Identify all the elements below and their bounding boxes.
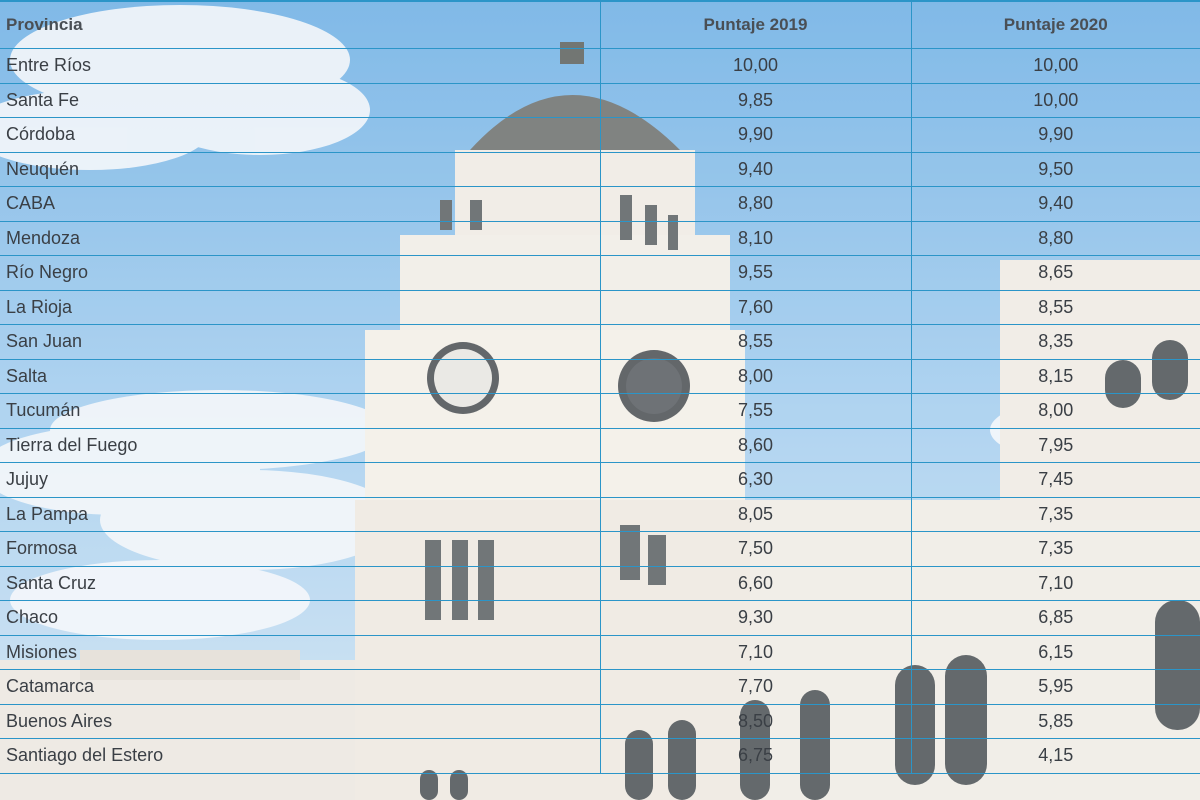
cell-puntaje-2020: 8,15: [910, 358, 1200, 394]
cell-provincia: Misiones: [0, 634, 600, 670]
cell-puntaje-2020: 8,00: [910, 393, 1200, 429]
cell-puntaje-2019: 9,85: [599, 82, 911, 118]
cell-puntaje-2019: 9,40: [599, 151, 911, 187]
cell-puntaje-2019: 9,55: [599, 255, 911, 291]
cell-puntaje-2019: 7,60: [599, 289, 911, 325]
table-row: Tucumán 7,55 8,00: [0, 393, 1200, 429]
table-row: Santa Cruz 6,60 7,10: [0, 565, 1200, 601]
cell-puntaje-2019: 6,60: [599, 565, 911, 601]
cell-provincia: Formosa: [0, 531, 600, 567]
table-row: Formosa 7,50 7,35: [0, 531, 1200, 567]
column-header-puntaje-2020: Puntaje 2020: [910, 0, 1200, 49]
cell-puntaje-2019: 10,00: [599, 48, 911, 84]
cell-puntaje-2019: 7,55: [599, 393, 911, 429]
cell-puntaje-2020: 9,50: [910, 151, 1200, 187]
cell-provincia: Tierra del Fuego: [0, 427, 600, 463]
table-row: Chaco 9,30 6,85: [0, 600, 1200, 636]
cell-puntaje-2019: 8,10: [599, 220, 911, 256]
table-row: Tierra del Fuego 8,60 7,95: [0, 427, 1200, 463]
column-header-puntaje-2019: Puntaje 2019: [599, 0, 911, 49]
cell-provincia: Tucumán: [0, 393, 600, 429]
table-row: La Pampa 8,05 7,35: [0, 496, 1200, 532]
cell-puntaje-2020: 5,85: [910, 703, 1200, 739]
column-header-provincia: Provincia: [0, 0, 600, 49]
cell-provincia: Jujuy: [0, 462, 600, 498]
cell-puntaje-2019: 8,60: [599, 427, 911, 463]
cell-puntaje-2020: 7,10: [910, 565, 1200, 601]
table-row: Mendoza 8,10 8,80: [0, 220, 1200, 256]
cell-puntaje-2020: 7,35: [910, 531, 1200, 567]
cell-puntaje-2020: 7,95: [910, 427, 1200, 463]
cell-puntaje-2020: 8,55: [910, 289, 1200, 325]
cell-provincia: San Juan: [0, 324, 600, 360]
table-row: Santiago del Estero 6,75 4,15: [0, 738, 1200, 774]
cell-puntaje-2019: 8,05: [599, 496, 911, 532]
cell-provincia: Córdoba: [0, 117, 600, 153]
cell-provincia: La Pampa: [0, 496, 600, 532]
cell-provincia: Santa Fe: [0, 82, 600, 118]
cell-puntaje-2019: 8,00: [599, 358, 911, 394]
cell-puntaje-2019: 8,80: [599, 186, 911, 222]
cell-puntaje-2020: 5,95: [910, 669, 1200, 705]
table-row: Jujuy 6,30 7,45: [0, 462, 1200, 498]
cell-provincia: Mendoza: [0, 220, 600, 256]
cell-puntaje-2020: 9,40: [910, 186, 1200, 222]
cell-provincia: Río Negro: [0, 255, 600, 291]
table-row: Neuquén 9,40 9,50: [0, 151, 1200, 187]
cell-provincia: Buenos Aires: [0, 703, 600, 739]
cell-puntaje-2020: 10,00: [910, 82, 1200, 118]
table-row: Santa Fe 9,85 10,00: [0, 82, 1200, 118]
cell-provincia: Catamarca: [0, 669, 600, 705]
table-row: CABA 8,80 9,40: [0, 186, 1200, 222]
cell-provincia: Chaco: [0, 600, 600, 636]
table-row: Río Negro 9,55 8,65: [0, 255, 1200, 291]
table-row: Catamarca 7,70 5,95: [0, 669, 1200, 705]
cell-provincia: Entre Ríos: [0, 48, 600, 84]
table-row: La Rioja 7,60 8,55: [0, 289, 1200, 325]
cell-provincia: Neuquén: [0, 151, 600, 187]
cell-puntaje-2019: 6,30: [599, 462, 911, 498]
cell-provincia: CABA: [0, 186, 600, 222]
cell-puntaje-2020: 7,45: [910, 462, 1200, 498]
cell-provincia: Santiago del Estero: [0, 738, 600, 774]
table-row: Salta 8,00 8,15: [0, 358, 1200, 394]
cell-puntaje-2020: 10,00: [910, 48, 1200, 84]
table-row: Buenos Aires 8,50 5,85: [0, 703, 1200, 739]
cell-puntaje-2020: 7,35: [910, 496, 1200, 532]
table-row: San Juan 8,55 8,35: [0, 324, 1200, 360]
table-body: Entre Ríos 10,00 10,00 Santa Fe 9,85 10,00 Cór…: [0, 48, 1200, 774]
table-row: Misiones 7,10 6,15: [0, 634, 1200, 670]
cell-puntaje-2019: 7,70: [599, 669, 911, 705]
cell-puntaje-2020: 8,35: [910, 324, 1200, 360]
cell-puntaje-2020: 6,85: [910, 600, 1200, 636]
cell-puntaje-2020: 6,15: [910, 634, 1200, 670]
cell-puntaje-2020: 4,15: [910, 738, 1200, 774]
cell-puntaje-2019: 7,50: [599, 531, 911, 567]
table-header-row: Provincia Puntaje 2019 Puntaje 2020: [0, 0, 1200, 49]
cell-puntaje-2020: 8,80: [910, 220, 1200, 256]
cell-provincia: La Rioja: [0, 289, 600, 325]
table-row: Entre Ríos 10,00 10,00: [0, 48, 1200, 84]
cell-puntaje-2019: 8,55: [599, 324, 911, 360]
cell-puntaje-2019: 8,50: [599, 703, 911, 739]
cell-puntaje-2019: 6,75: [599, 738, 911, 774]
cell-puntaje-2019: 9,30: [599, 600, 911, 636]
ranking-table-container: Provincia Puntaje 2019 Puntaje 2020 Entr…: [0, 0, 1200, 800]
cell-puntaje-2020: 9,90: [910, 117, 1200, 153]
cell-puntaje-2019: 9,90: [599, 117, 911, 153]
table-row: Córdoba 9,90 9,90: [0, 117, 1200, 153]
cell-provincia: Salta: [0, 358, 600, 394]
cell-provincia: Santa Cruz: [0, 565, 600, 601]
ranking-table: Provincia Puntaje 2019 Puntaje 2020 Entr…: [0, 0, 1200, 774]
cell-puntaje-2020: 8,65: [910, 255, 1200, 291]
cell-puntaje-2019: 7,10: [599, 634, 911, 670]
